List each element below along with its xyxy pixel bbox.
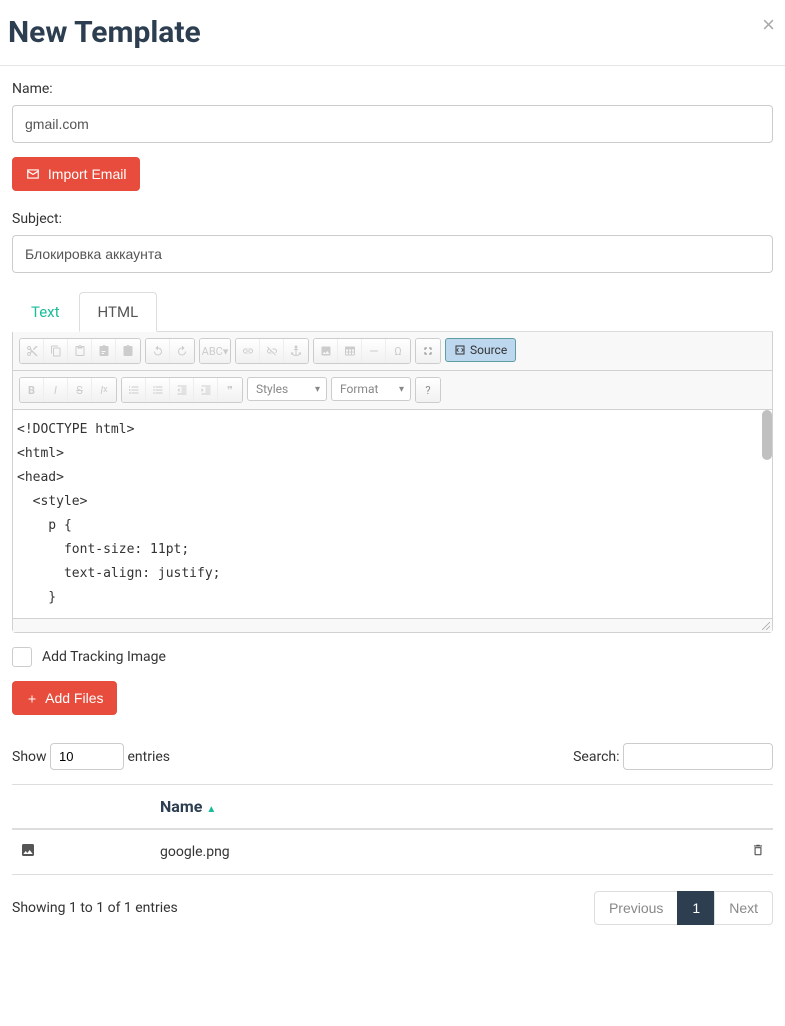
search-label: Search:	[573, 749, 619, 765]
table-info: Showing 1 to 1 of 1 entries	[12, 900, 178, 916]
hr-icon[interactable]	[362, 339, 386, 363]
editor-toolbar: ABC▾ Ω Source	[13, 332, 772, 371]
col-icon-header[interactable]	[12, 785, 152, 830]
paste-word-icon[interactable]	[116, 339, 140, 363]
editor-toolbar-row2: B I S Ix ❞ Styles Format ?	[13, 371, 772, 410]
subject-label: Subject:	[12, 211, 773, 227]
subject-input[interactable]	[12, 235, 773, 273]
table-row: google.png	[12, 829, 773, 875]
file-name-cell: google.png	[152, 829, 733, 875]
col-name-header[interactable]: Name ▲	[152, 785, 733, 830]
undo-icon[interactable]	[146, 339, 170, 363]
cut-icon[interactable]	[20, 339, 44, 363]
entries-select[interactable]	[50, 743, 124, 770]
styles-select[interactable]: Styles	[247, 377, 327, 401]
import-email-button[interactable]: Import Email	[12, 157, 140, 191]
plus-icon	[26, 693, 38, 705]
entries-label: entries	[128, 749, 171, 765]
tab-html[interactable]: HTML	[79, 292, 158, 332]
page-1-button[interactable]: 1	[677, 891, 715, 925]
html-editor: ABC▾ Ω Source	[12, 332, 773, 633]
close-button[interactable]: ×	[762, 12, 775, 38]
previous-button[interactable]: Previous	[594, 891, 678, 925]
bold-icon[interactable]: B	[20, 378, 44, 402]
copy-icon[interactable]	[44, 339, 68, 363]
editor-scrollbar[interactable]	[762, 410, 772, 460]
file-actions-cell	[733, 829, 773, 875]
spellcheck-icon[interactable]: ABC▾	[200, 339, 230, 363]
sort-asc-icon: ▲	[206, 804, 216, 815]
paste-icon[interactable]	[68, 339, 92, 363]
show-label: Show	[12, 749, 47, 765]
tracking-image-label: Add Tracking Image	[42, 649, 166, 665]
modal-header: New Template ×	[0, 0, 785, 66]
envelope-icon	[26, 167, 40, 181]
numbered-list-icon[interactable]	[122, 378, 146, 402]
pagination: Previous 1 Next	[595, 891, 773, 925]
add-files-label: Add Files	[45, 690, 103, 706]
modal-body: Name: Import Email Subject: Text HTML	[0, 66, 785, 940]
tab-text[interactable]: Text	[12, 292, 79, 332]
italic-icon[interactable]: I	[44, 378, 68, 402]
add-files-button[interactable]: Add Files	[12, 681, 117, 715]
help-button[interactable]: ?	[416, 378, 440, 402]
indent-icon[interactable]	[194, 378, 218, 402]
file-type-cell	[12, 829, 152, 875]
unlink-icon[interactable]	[260, 339, 284, 363]
editor-resize-handle[interactable]	[13, 618, 772, 632]
blockquote-icon[interactable]: ❞	[218, 378, 242, 402]
editor-tabs: Text HTML	[12, 291, 773, 332]
bulleted-list-icon[interactable]	[146, 378, 170, 402]
col-actions-header[interactable]	[733, 785, 773, 830]
search-input[interactable]	[623, 743, 773, 770]
modal-title: New Template	[8, 15, 777, 50]
image-file-icon	[20, 842, 36, 858]
anchor-icon[interactable]	[284, 339, 308, 363]
link-icon[interactable]	[236, 339, 260, 363]
entries-control: Show entries	[12, 743, 170, 770]
import-email-label: Import Email	[48, 166, 127, 182]
special-char-icon[interactable]: Ω	[386, 339, 410, 363]
image-icon[interactable]	[314, 339, 338, 363]
name-header-label: Name	[160, 797, 202, 816]
table-icon[interactable]	[338, 339, 362, 363]
maximize-icon[interactable]	[416, 339, 440, 363]
outdent-icon[interactable]	[170, 378, 194, 402]
source-label: Source	[470, 343, 507, 357]
remove-format-icon[interactable]: Ix	[92, 378, 116, 402]
trash-icon[interactable]	[751, 843, 765, 857]
next-button[interactable]: Next	[714, 891, 773, 925]
files-table: Name ▲ google.png	[12, 784, 773, 875]
source-button[interactable]: Source	[445, 338, 516, 362]
source-icon	[454, 344, 466, 356]
name-input[interactable]	[12, 105, 773, 143]
redo-icon[interactable]	[170, 339, 194, 363]
paste-text-icon[interactable]	[92, 339, 116, 363]
format-select[interactable]: Format	[331, 377, 411, 401]
source-textarea[interactable]: <!DOCTYPE html> <html> <head> <style> p …	[13, 410, 772, 618]
strike-icon[interactable]: S	[68, 378, 92, 402]
new-template-modal: New Template × Name: Import Email Subjec…	[0, 0, 785, 940]
name-label: Name:	[12, 81, 773, 97]
search-control: Search:	[573, 743, 773, 770]
tracking-image-checkbox[interactable]	[12, 647, 32, 667]
